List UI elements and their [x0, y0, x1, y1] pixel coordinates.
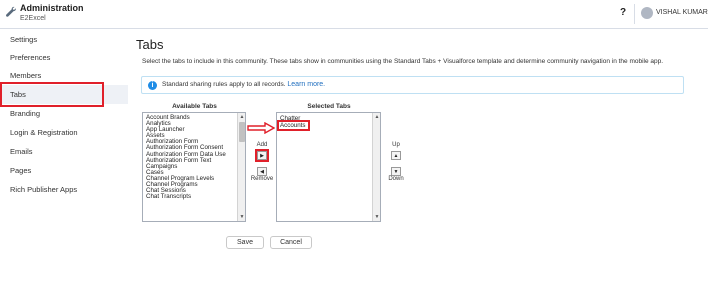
move-up-button[interactable]: ▲ [391, 151, 401, 160]
sidebar-item-settings[interactable]: Settings [0, 31, 128, 49]
page-description: Select the tabs to include in this commu… [142, 58, 664, 65]
user-name[interactable]: VISHAL KUMAR [656, 9, 708, 16]
page-title: Tabs [136, 37, 164, 52]
sidebar-item-rich-publisher-apps[interactable]: Rich Publisher Apps [0, 181, 128, 199]
wrench-icon [6, 6, 16, 17]
available-tabs-list[interactable]: Account Brands Analytics App Launcher Asset… [142, 112, 246, 222]
selected-tabs-scrollbar[interactable]: ▲ ▼ [372, 113, 380, 221]
info-icon: i [148, 81, 157, 90]
info-banner: i Standard sharing rules apply to all re… [141, 76, 684, 94]
accounts-highlight-box [277, 120, 310, 131]
scroll-down-icon[interactable]: ▼ [373, 213, 381, 221]
save-button[interactable]: Save [226, 236, 264, 249]
down-label: Down [388, 176, 404, 182]
sidebar-item-emails[interactable]: Emails [0, 143, 128, 161]
available-tabs-items: Account Brands Analytics App Launcher Asset… [143, 113, 245, 200]
red-arrow-icon [247, 122, 275, 134]
sidebar-item-pages[interactable]: Pages [0, 162, 128, 180]
available-tabs-label: Available Tabs [172, 103, 217, 110]
available-tabs-scrollbar[interactable]: ▲ ▼ [237, 113, 245, 221]
sidebar: Settings Preferences Members Tabs Brandi… [0, 29, 128, 302]
scroll-up-icon[interactable]: ▲ [238, 113, 245, 121]
help-icon[interactable]: ? [620, 7, 626, 18]
move-down-button[interactable]: ▼ [391, 167, 401, 176]
add-label: Add [256, 142, 268, 148]
cancel-button[interactable]: Cancel [270, 236, 312, 249]
remove-button[interactable]: ◀ [257, 167, 267, 176]
app-subtitle: E2Excel [20, 15, 46, 22]
selected-tabs-label: Selected Tabs [307, 103, 351, 110]
scrollbar-thumb[interactable] [239, 122, 245, 142]
up-label: Up [392, 142, 400, 148]
available-tab-item[interactable]: Chat Transcripts [143, 194, 245, 200]
scroll-up-icon[interactable]: ▲ [373, 113, 381, 121]
app-header: Administration E2Excel ? VISHAL KUMAR [0, 0, 708, 29]
learn-more-link[interactable]: Learn more. [287, 81, 325, 88]
sidebar-item-preferences[interactable]: Preferences [0, 49, 128, 67]
sidebar-item-login-registration[interactable]: Login & Registration [0, 124, 128, 142]
sidebar-item-branding[interactable]: Branding [0, 105, 128, 123]
tabs-highlight-box [0, 82, 104, 107]
info-banner-message: Standard sharing rules apply to all reco… [162, 81, 286, 88]
info-banner-text: Standard sharing rules apply to all reco… [162, 81, 325, 88]
remove-label: Remove [250, 176, 274, 182]
app-title: Administration [20, 3, 84, 13]
header-divider [634, 4, 635, 24]
add-highlight-box [255, 149, 269, 162]
scroll-down-icon[interactable]: ▼ [238, 213, 245, 221]
avatar[interactable] [641, 7, 653, 19]
